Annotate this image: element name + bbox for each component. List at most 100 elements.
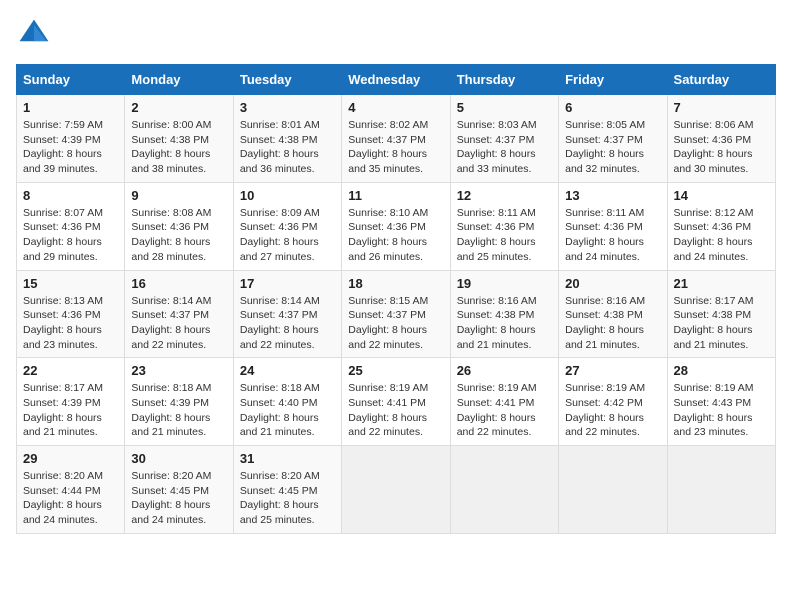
calendar-cell: 3 Sunrise: 8:01 AM Sunset: 4:38 PM Dayli… <box>233 95 341 183</box>
calendar-cell: 26 Sunrise: 8:19 AM Sunset: 4:41 PM Dayl… <box>450 358 558 446</box>
day-number: 16 <box>131 276 226 291</box>
calendar-cell: 24 Sunrise: 8:18 AM Sunset: 4:40 PM Dayl… <box>233 358 341 446</box>
calendar-cell: 5 Sunrise: 8:03 AM Sunset: 4:37 PM Dayli… <box>450 95 558 183</box>
day-number: 11 <box>348 188 443 203</box>
day-detail: Sunrise: 8:15 AM Sunset: 4:37 PM Dayligh… <box>348 294 443 353</box>
weekday-saturday: Saturday <box>667 65 775 95</box>
calendar-week-5: 29 Sunrise: 8:20 AM Sunset: 4:44 PM Dayl… <box>17 446 776 534</box>
day-detail: Sunrise: 8:05 AM Sunset: 4:37 PM Dayligh… <box>565 118 660 177</box>
day-detail: Sunrise: 8:08 AM Sunset: 4:36 PM Dayligh… <box>131 206 226 265</box>
calendar-cell: 20 Sunrise: 8:16 AM Sunset: 4:38 PM Dayl… <box>559 270 667 358</box>
calendar-cell: 22 Sunrise: 8:17 AM Sunset: 4:39 PM Dayl… <box>17 358 125 446</box>
day-detail: Sunrise: 8:11 AM Sunset: 4:36 PM Dayligh… <box>565 206 660 265</box>
day-number: 31 <box>240 451 335 466</box>
day-detail: Sunrise: 8:20 AM Sunset: 4:45 PM Dayligh… <box>131 469 226 528</box>
calendar-cell: 29 Sunrise: 8:20 AM Sunset: 4:44 PM Dayl… <box>17 446 125 534</box>
calendar-cell: 11 Sunrise: 8:10 AM Sunset: 4:36 PM Dayl… <box>342 182 450 270</box>
day-detail: Sunrise: 8:14 AM Sunset: 4:37 PM Dayligh… <box>240 294 335 353</box>
calendar-cell: 18 Sunrise: 8:15 AM Sunset: 4:37 PM Dayl… <box>342 270 450 358</box>
calendar-cell: 28 Sunrise: 8:19 AM Sunset: 4:43 PM Dayl… <box>667 358 775 446</box>
logo <box>16 16 56 52</box>
day-number: 14 <box>674 188 769 203</box>
day-detail: Sunrise: 8:14 AM Sunset: 4:37 PM Dayligh… <box>131 294 226 353</box>
day-detail: Sunrise: 8:20 AM Sunset: 4:44 PM Dayligh… <box>23 469 118 528</box>
day-number: 17 <box>240 276 335 291</box>
day-detail: Sunrise: 8:17 AM Sunset: 4:39 PM Dayligh… <box>23 381 118 440</box>
calendar-cell <box>559 446 667 534</box>
calendar-cell: 6 Sunrise: 8:05 AM Sunset: 4:37 PM Dayli… <box>559 95 667 183</box>
day-number: 20 <box>565 276 660 291</box>
day-number: 28 <box>674 363 769 378</box>
day-number: 13 <box>565 188 660 203</box>
calendar-cell: 1 Sunrise: 7:59 AM Sunset: 4:39 PM Dayli… <box>17 95 125 183</box>
day-number: 3 <box>240 100 335 115</box>
day-detail: Sunrise: 8:06 AM Sunset: 4:36 PM Dayligh… <box>674 118 769 177</box>
calendar-cell: 16 Sunrise: 8:14 AM Sunset: 4:37 PM Dayl… <box>125 270 233 358</box>
calendar-cell: 30 Sunrise: 8:20 AM Sunset: 4:45 PM Dayl… <box>125 446 233 534</box>
calendar-cell: 10 Sunrise: 8:09 AM Sunset: 4:36 PM Dayl… <box>233 182 341 270</box>
day-detail: Sunrise: 8:20 AM Sunset: 4:45 PM Dayligh… <box>240 469 335 528</box>
calendar-cell: 19 Sunrise: 8:16 AM Sunset: 4:38 PM Dayl… <box>450 270 558 358</box>
day-number: 2 <box>131 100 226 115</box>
weekday-friday: Friday <box>559 65 667 95</box>
day-detail: Sunrise: 8:18 AM Sunset: 4:40 PM Dayligh… <box>240 381 335 440</box>
day-number: 18 <box>348 276 443 291</box>
calendar-cell: 27 Sunrise: 8:19 AM Sunset: 4:42 PM Dayl… <box>559 358 667 446</box>
day-number: 21 <box>674 276 769 291</box>
day-number: 23 <box>131 363 226 378</box>
calendar-cell: 9 Sunrise: 8:08 AM Sunset: 4:36 PM Dayli… <box>125 182 233 270</box>
calendar-cell: 12 Sunrise: 8:11 AM Sunset: 4:36 PM Dayl… <box>450 182 558 270</box>
calendar-cell: 2 Sunrise: 8:00 AM Sunset: 4:38 PM Dayli… <box>125 95 233 183</box>
calendar-week-4: 22 Sunrise: 8:17 AM Sunset: 4:39 PM Dayl… <box>17 358 776 446</box>
weekday-header: SundayMondayTuesdayWednesdayThursdayFrid… <box>17 65 776 95</box>
calendar-cell: 13 Sunrise: 8:11 AM Sunset: 4:36 PM Dayl… <box>559 182 667 270</box>
day-detail: Sunrise: 8:11 AM Sunset: 4:36 PM Dayligh… <box>457 206 552 265</box>
day-detail: Sunrise: 8:19 AM Sunset: 4:42 PM Dayligh… <box>565 381 660 440</box>
day-detail: Sunrise: 8:03 AM Sunset: 4:37 PM Dayligh… <box>457 118 552 177</box>
day-detail: Sunrise: 8:01 AM Sunset: 4:38 PM Dayligh… <box>240 118 335 177</box>
day-detail: Sunrise: 8:19 AM Sunset: 4:41 PM Dayligh… <box>457 381 552 440</box>
day-detail: Sunrise: 8:16 AM Sunset: 4:38 PM Dayligh… <box>565 294 660 353</box>
weekday-thursday: Thursday <box>450 65 558 95</box>
calendar-cell: 31 Sunrise: 8:20 AM Sunset: 4:45 PM Dayl… <box>233 446 341 534</box>
day-number: 29 <box>23 451 118 466</box>
day-number: 15 <box>23 276 118 291</box>
calendar-cell: 17 Sunrise: 8:14 AM Sunset: 4:37 PM Dayl… <box>233 270 341 358</box>
day-number: 9 <box>131 188 226 203</box>
day-number: 22 <box>23 363 118 378</box>
weekday-tuesday: Tuesday <box>233 65 341 95</box>
day-number: 24 <box>240 363 335 378</box>
day-detail: Sunrise: 8:10 AM Sunset: 4:36 PM Dayligh… <box>348 206 443 265</box>
logo-icon <box>16 16 52 52</box>
calendar-week-2: 8 Sunrise: 8:07 AM Sunset: 4:36 PM Dayli… <box>17 182 776 270</box>
day-detail: Sunrise: 7:59 AM Sunset: 4:39 PM Dayligh… <box>23 118 118 177</box>
header <box>16 16 776 52</box>
day-detail: Sunrise: 8:13 AM Sunset: 4:36 PM Dayligh… <box>23 294 118 353</box>
calendar-cell: 14 Sunrise: 8:12 AM Sunset: 4:36 PM Dayl… <box>667 182 775 270</box>
day-detail: Sunrise: 8:12 AM Sunset: 4:36 PM Dayligh… <box>674 206 769 265</box>
calendar-cell: 7 Sunrise: 8:06 AM Sunset: 4:36 PM Dayli… <box>667 95 775 183</box>
day-number: 5 <box>457 100 552 115</box>
day-number: 30 <box>131 451 226 466</box>
calendar-table: SundayMondayTuesdayWednesdayThursdayFrid… <box>16 64 776 534</box>
day-detail: Sunrise: 8:18 AM Sunset: 4:39 PM Dayligh… <box>131 381 226 440</box>
calendar-week-3: 15 Sunrise: 8:13 AM Sunset: 4:36 PM Dayl… <box>17 270 776 358</box>
calendar-cell: 8 Sunrise: 8:07 AM Sunset: 4:36 PM Dayli… <box>17 182 125 270</box>
calendar-body: 1 Sunrise: 7:59 AM Sunset: 4:39 PM Dayli… <box>17 95 776 534</box>
day-number: 26 <box>457 363 552 378</box>
day-number: 19 <box>457 276 552 291</box>
day-detail: Sunrise: 8:00 AM Sunset: 4:38 PM Dayligh… <box>131 118 226 177</box>
calendar-cell: 23 Sunrise: 8:18 AM Sunset: 4:39 PM Dayl… <box>125 358 233 446</box>
day-number: 27 <box>565 363 660 378</box>
calendar-cell <box>342 446 450 534</box>
day-detail: Sunrise: 8:16 AM Sunset: 4:38 PM Dayligh… <box>457 294 552 353</box>
weekday-wednesday: Wednesday <box>342 65 450 95</box>
day-number: 12 <box>457 188 552 203</box>
calendar-cell <box>667 446 775 534</box>
day-detail: Sunrise: 8:09 AM Sunset: 4:36 PM Dayligh… <box>240 206 335 265</box>
calendar-cell: 15 Sunrise: 8:13 AM Sunset: 4:36 PM Dayl… <box>17 270 125 358</box>
calendar-cell: 21 Sunrise: 8:17 AM Sunset: 4:38 PM Dayl… <box>667 270 775 358</box>
calendar-cell: 25 Sunrise: 8:19 AM Sunset: 4:41 PM Dayl… <box>342 358 450 446</box>
calendar-cell <box>450 446 558 534</box>
day-detail: Sunrise: 8:02 AM Sunset: 4:37 PM Dayligh… <box>348 118 443 177</box>
